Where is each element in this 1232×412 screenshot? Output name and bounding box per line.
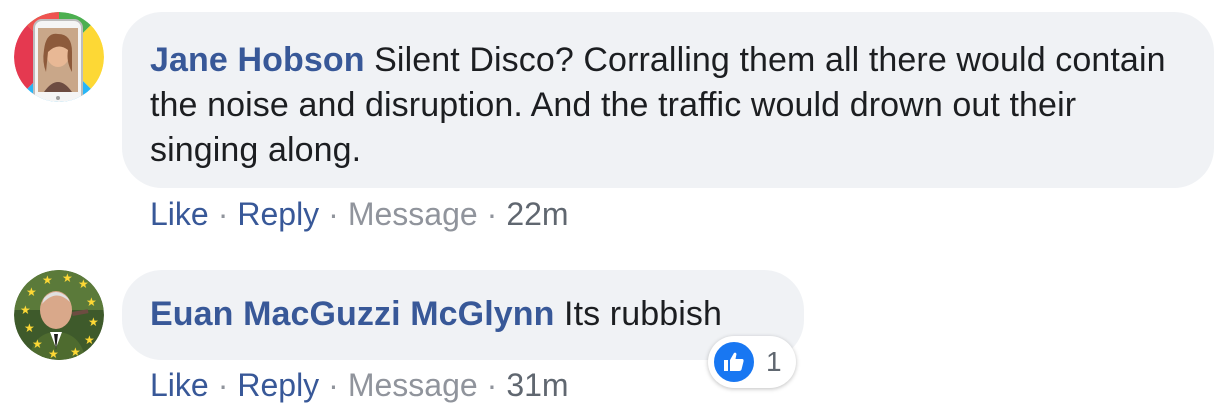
svg-text:★: ★ (24, 321, 35, 335)
svg-text:★: ★ (26, 285, 37, 299)
svg-text:★: ★ (20, 303, 31, 317)
comment-bubble: Jane Hobson Silent Disco? Corralling the… (122, 12, 1214, 188)
separator: · (328, 196, 339, 232)
svg-text:★: ★ (78, 277, 89, 291)
reaction-summary[interactable]: 1 (708, 336, 796, 388)
comment-bubble: Euan MacGuzzi McGlynn Its rubbish (122, 270, 804, 360)
like-link[interactable]: Like (150, 367, 209, 403)
svg-text:★: ★ (42, 273, 53, 287)
timestamp[interactable]: 31m (506, 367, 568, 403)
reaction-count: 1 (766, 346, 782, 377)
svg-text:★: ★ (70, 345, 81, 359)
svg-text:★: ★ (88, 315, 99, 329)
timestamp[interactable]: 22m (506, 196, 568, 232)
avatar[interactable] (14, 12, 104, 102)
svg-text:★: ★ (86, 295, 97, 309)
separator: · (217, 196, 229, 232)
separator: · (486, 196, 498, 232)
avatar[interactable]: ★ ★ ★ ★ ★ ★ ★ ★ ★ ★ ★ ★ (14, 270, 104, 360)
separator: · (217, 367, 229, 403)
svg-text:★: ★ (48, 347, 59, 360)
svg-text:★: ★ (32, 337, 43, 351)
thumbs-up-icon (712, 340, 756, 384)
reply-link[interactable]: Reply (237, 196, 319, 232)
comment-actions: Like · Reply · Message · 22m (150, 194, 569, 234)
comment-text: Its rubbish (564, 295, 722, 333)
message-link[interactable]: Message (348, 367, 478, 403)
separator: · (486, 367, 498, 403)
svg-text:★: ★ (84, 333, 95, 347)
svg-text:★: ★ (62, 271, 73, 285)
comment-actions: Like · Reply · Message · 31m (150, 365, 569, 405)
separator: · (328, 367, 339, 403)
author-name[interactable]: Euan MacGuzzi McGlynn (150, 295, 555, 333)
reply-link[interactable]: Reply (237, 367, 319, 403)
author-name[interactable]: Jane Hobson (150, 41, 365, 79)
message-link[interactable]: Message (348, 196, 478, 232)
avatar-image (14, 12, 104, 102)
like-link[interactable]: Like (150, 196, 209, 232)
avatar-image: ★ ★ ★ ★ ★ ★ ★ ★ ★ ★ ★ ★ (14, 270, 104, 360)
